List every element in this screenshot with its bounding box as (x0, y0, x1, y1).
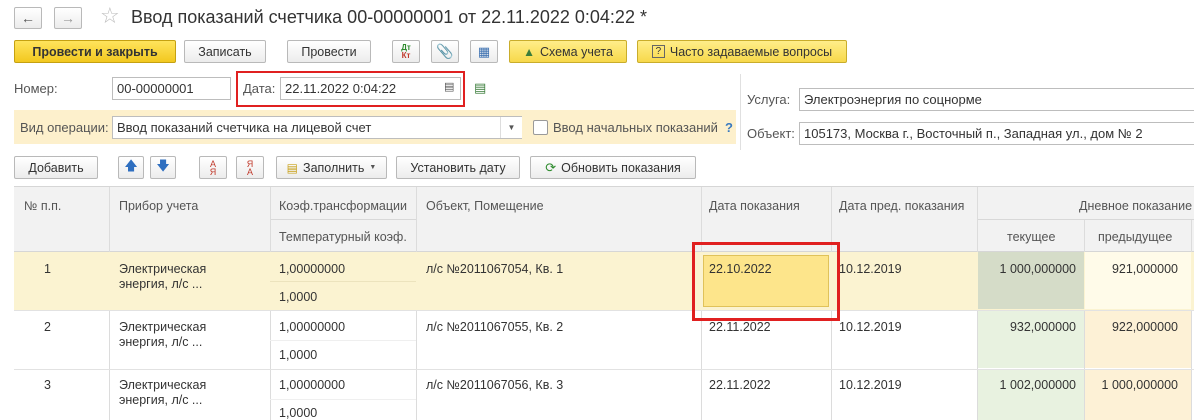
cell-device: Электрическая энергия, л/с ... (119, 320, 207, 349)
post-button[interactable]: Провести (287, 40, 371, 63)
help-mark[interactable]: ? (725, 120, 733, 135)
date-label: Дата: (243, 81, 276, 96)
header-day-reading[interactable]: Дневное показание (1079, 199, 1192, 213)
cell-object: л/с №2011067055, Кв. 2 (426, 320, 564, 334)
chevron-down-icon: ▼ (507, 123, 516, 132)
cell-device: Электрическая энергия, л/с ... (119, 262, 207, 291)
table-row[interactable]: 1 Электрическая энергия, л/с ... 1,00000… (14, 252, 1194, 310)
previous-cell-bg (1085, 252, 1191, 309)
structure-button[interactable]: ▦ (470, 40, 498, 63)
cell-prev-date: 10.12.2019 (839, 320, 902, 334)
cell-previous: 1 000,000000 (1101, 378, 1178, 392)
cell-coef: 1,00000000 (279, 378, 346, 392)
dt-kt-icon-bottom: Кт (401, 50, 411, 60)
paperclip-icon: 📎 (436, 43, 454, 59)
cell-date[interactable]: 22.11.2022 (709, 378, 771, 392)
sort-asc-button[interactable]: АЯ (199, 156, 227, 179)
header-object[interactable]: Объект, Помещение (426, 199, 544, 213)
post-and-close-button[interactable]: Провести и закрыть (14, 40, 176, 63)
structure-icon: ▦ (477, 43, 491, 59)
sort-asc-icon: АЯ (209, 158, 217, 177)
operation-select[interactable]: Ввод показаний счетчика на лицевой счет (112, 116, 522, 139)
object-input[interactable]: 105173, Москва г., Восточный п., Западна… (799, 122, 1194, 145)
help-icon: ? (651, 45, 665, 58)
cell-coef: 1,00000000 (279, 262, 346, 276)
current-cell-bg (978, 252, 1084, 309)
attach-button[interactable]: 📎 (431, 40, 459, 63)
scheme-button[interactable]: ▲ Схема учета (509, 40, 627, 63)
refresh-readings-button[interactable]: ⟳ Обновить показания (530, 156, 696, 179)
add-button[interactable]: Добавить (14, 156, 98, 179)
header-device[interactable]: Прибор учета (119, 199, 198, 213)
table-row[interactable]: 3 Электрическая энергия, л/с ... 1,00000… (14, 370, 1194, 420)
arrow-right-icon: → (61, 10, 75, 26)
move-up-button[interactable]: 🡅 (118, 156, 144, 179)
number-input[interactable]: 00-00000001 (112, 77, 231, 100)
faq-button[interactable]: ? Часто задаваемые вопросы (637, 40, 847, 63)
cell-current: 1 000,000000 (999, 262, 1076, 276)
service-label: Услуга: (747, 92, 791, 107)
number-label: Номер: (14, 81, 58, 96)
title-bar: ← → ☆ Ввод показаний счетчика 00-0000000… (0, 0, 1194, 36)
initial-readings-checkbox[interactable] (533, 120, 548, 135)
comment-icon[interactable]: ▤ (474, 80, 486, 96)
dt-kt-button[interactable]: Дт Кт (392, 40, 420, 63)
header-num[interactable]: № п.п. (24, 199, 61, 213)
cell-num: 2 (44, 320, 51, 334)
dropdown-button[interactable]: ▼ (500, 117, 522, 138)
date-input[interactable]: 22.11.2022 0:04:22 (280, 77, 461, 100)
service-input[interactable]: Электроэнергия по соцнорме (799, 88, 1194, 111)
header-prev-date[interactable]: Дата пред. показания (839, 199, 964, 213)
sort-desc-button[interactable]: ЯА (236, 156, 264, 179)
sort-desc-icon: ЯА (246, 158, 254, 177)
refresh-icon: ⟳ (545, 159, 557, 175)
cell-previous: 921,000000 (1111, 262, 1178, 276)
back-button[interactable]: ← (14, 7, 42, 29)
cell-previous: 922,000000 (1111, 320, 1178, 334)
chevron-down-icon: ▼ (369, 164, 377, 171)
set-date-button[interactable]: Установить дату (396, 156, 520, 179)
arrow-left-icon: ← (21, 10, 35, 26)
table-header: № п.п. Прибор учета Коэф.трансформации Т… (14, 187, 1194, 252)
cell-device: Электрическая энергия, л/с ... (119, 378, 207, 407)
header-temp[interactable]: Температурный коэф. (279, 230, 407, 244)
arrow-up-icon: 🡅 (124, 157, 138, 173)
readings-table: № п.п. Прибор учета Коэф.трансформации Т… (14, 186, 1194, 420)
cell-prev-date: 10.12.2019 (839, 262, 902, 276)
cell-current: 932,000000 (1009, 320, 1076, 334)
forward-button[interactable]: → (54, 7, 82, 29)
move-down-button[interactable]: 🡇 (150, 156, 176, 179)
cell-object: л/с №2011067054, Кв. 1 (426, 262, 564, 276)
header-current[interactable]: текущее (1007, 230, 1055, 244)
star-icon[interactable]: ☆ (100, 3, 120, 29)
calendar-icon[interactable]: ▤ (444, 80, 454, 93)
window-title: Ввод показаний счетчика 00-00000001 от 2… (131, 7, 647, 27)
header-coef[interactable]: Коэф.трансформации (279, 199, 407, 213)
cell-num: 3 (44, 378, 51, 392)
initial-readings-label: Ввод начальных показаний (553, 120, 718, 135)
cell-temp: 1,0000 (279, 348, 318, 362)
cell-object: л/с №2011067056, Кв. 3 (426, 378, 564, 392)
operation-label: Вид операции: (20, 120, 109, 135)
fill-button[interactable]: ▤ Заполнить ▼ (276, 156, 387, 179)
cell-date[interactable]: 22.11.2022 (709, 320, 771, 334)
table-row[interactable]: 2 Электрическая энергия, л/с ... 1,00000… (14, 311, 1194, 369)
cell-current: 1 002,000000 (999, 378, 1076, 392)
date-cell-highlight-box (692, 242, 840, 321)
cell-prev-date: 10.12.2019 (839, 378, 902, 392)
cell-num: 1 (44, 262, 51, 276)
write-button[interactable]: Записать (184, 40, 266, 63)
header-previous[interactable]: предыдущее (1098, 230, 1172, 244)
cell-coef: 1,00000000 (279, 320, 346, 334)
arrow-down-icon: 🡇 (156, 157, 170, 173)
header-date[interactable]: Дата показания (709, 199, 800, 213)
fill-icon: ▤ (286, 160, 299, 175)
object-label: Объект: (747, 126, 795, 141)
hierarchy-icon: ▲ (523, 44, 535, 59)
separator-line (740, 74, 741, 150)
cell-temp: 1,0000 (279, 290, 318, 304)
cell-temp: 1,0000 (279, 406, 318, 420)
